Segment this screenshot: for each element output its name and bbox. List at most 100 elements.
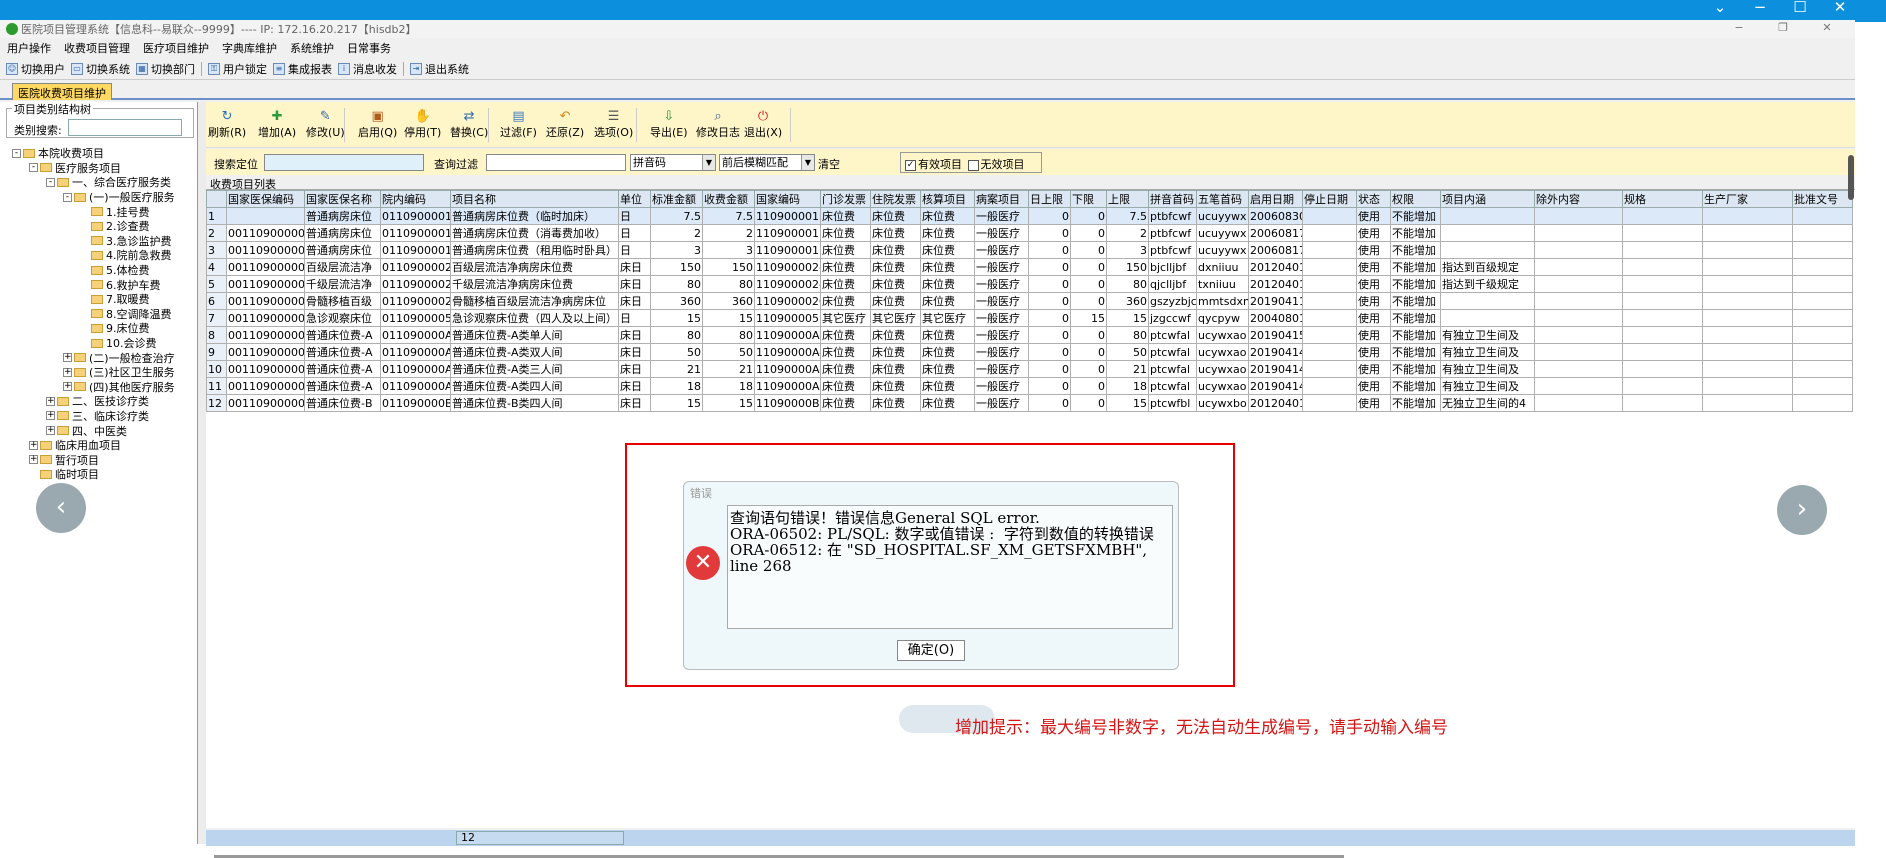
table-cell[interactable]: 50 [650, 343, 703, 361]
toolbar-button-disable[interactable]: ✋ 停用(T) [404, 110, 441, 140]
table-cell[interactable] [1702, 360, 1793, 378]
collapse-icon[interactable]: - [12, 148, 21, 158]
table-cell[interactable]: 普通床位费-A类三人间 [450, 360, 619, 378]
panel-splitter[interactable] [198, 102, 206, 844]
table-cell[interactable]: 01109000010 [380, 224, 451, 242]
table-cell[interactable]: 使用 [1356, 394, 1391, 412]
table-cell[interactable]: 20120401 [1248, 394, 1303, 412]
table-cell[interactable]: 20120401 [1248, 275, 1303, 293]
menu-daily[interactable]: 日常事务 [347, 40, 391, 56]
vertical-scrollbar-thumb[interactable] [1848, 155, 1854, 200]
table-cell[interactable]: 床位费 [870, 275, 921, 293]
table-cell[interactable] [1302, 241, 1357, 259]
table-cell[interactable]: 80 [650, 326, 703, 344]
tree-node[interactable]: + (二)一般检查治疗 [12, 350, 197, 365]
table-cell[interactable]: 使用 [1356, 309, 1391, 327]
table-cell[interactable] [1792, 394, 1853, 412]
toolbar-button-add[interactable]: ✚ 增加(A) [258, 110, 296, 140]
table-cell[interactable]: 骨髓移植百级 [304, 292, 381, 310]
table-cell[interactable]: 床日 [618, 275, 651, 293]
table-cell[interactable]: 0 [1028, 360, 1071, 378]
table-cell[interactable]: 0 [1028, 241, 1071, 259]
table-cell[interactable] [1792, 343, 1853, 361]
table-cell[interactable]: 150 [1106, 258, 1149, 276]
table-cell[interactable]: 20060830 [1248, 207, 1303, 225]
column-header[interactable]: 院内编码 [380, 190, 451, 208]
table-cell[interactable]: 20060817 [1248, 241, 1303, 259]
table-cell[interactable]: 150 [650, 258, 703, 276]
table-cell[interactable]: 床日 [618, 326, 651, 344]
table-cell[interactable]: 急诊观察床位费（四人及以上间） [450, 309, 619, 327]
table-cell[interactable]: 0011090000010 [226, 394, 305, 412]
table-cell[interactable]: 0 [1028, 292, 1071, 310]
table-cell[interactable]: 0 [1070, 241, 1107, 259]
table-cell[interactable]: 一般医疗 [974, 292, 1029, 310]
table-cell[interactable]: 千级层流洁净 [304, 275, 381, 293]
table-cell[interactable] [1302, 326, 1357, 344]
column-header[interactable]: 项目内涵 [1440, 190, 1535, 208]
table-cell[interactable]: 0 [1070, 292, 1107, 310]
table-cell[interactable]: 使用 [1356, 224, 1391, 242]
column-header[interactable]: 单位 [618, 190, 651, 208]
table-cell[interactable] [1622, 309, 1703, 327]
table-cell[interactable]: 0011090000010 [226, 241, 305, 259]
table-cell[interactable]: 50 [1106, 343, 1149, 361]
table-cell[interactable] [1792, 224, 1853, 242]
table-row[interactable]: 100011090000010普通床位费-A011090000A3普通床位费-A… [206, 360, 1853, 378]
table-cell[interactable] [1440, 241, 1535, 259]
valid-checkbox[interactable]: ✓ [905, 159, 916, 171]
expand-icon[interactable]: + [46, 396, 55, 406]
table-cell[interactable]: 一般医疗 [974, 343, 1029, 361]
table-cell[interactable] [1622, 360, 1703, 378]
table-cell[interactable]: 普通病房床位 [304, 224, 381, 242]
table-cell[interactable]: 床位费 [820, 360, 871, 378]
table-cell[interactable]: 不能增加 [1390, 224, 1441, 242]
switch-user-button[interactable]: ☺ 切换用户 [6, 61, 65, 77]
table-cell[interactable] [1440, 224, 1535, 242]
switch-system-button[interactable]: ▭ 切换系统 [71, 61, 130, 77]
table-cell[interactable] [1702, 207, 1793, 225]
table-cell[interactable]: 日 [618, 207, 651, 225]
table-cell[interactable]: 360 [702, 292, 755, 310]
locate-input[interactable] [264, 154, 424, 171]
table-cell[interactable]: 床位费 [820, 258, 871, 276]
table-cell[interactable]: 21 [1106, 360, 1149, 378]
close-icon[interactable]: ✕ [1825, 0, 1855, 16]
table-cell[interactable]: 0011090000020 [226, 292, 305, 310]
table-cell[interactable]: 01109000020 [380, 275, 451, 293]
table-cell[interactable] [1302, 292, 1357, 310]
table-cell[interactable]: 床位费 [870, 326, 921, 344]
table-cell[interactable] [1792, 377, 1853, 395]
column-header[interactable]: 收费金额 [702, 190, 755, 208]
table-cell[interactable]: 2 [1106, 224, 1149, 242]
table-cell[interactable]: 360 [650, 292, 703, 310]
column-header[interactable]: 日上限 [1028, 190, 1071, 208]
table-cell[interactable]: 床位费 [920, 394, 975, 412]
table-cell[interactable]: ptcwfal [1148, 343, 1197, 361]
row-number[interactable]: 6 [206, 292, 227, 310]
row-number[interactable]: 8 [206, 326, 227, 344]
next-arrow-icon[interactable]: › [1777, 485, 1827, 535]
table-cell[interactable]: ucywxao [1196, 377, 1249, 395]
table-cell[interactable]: 0 [1070, 360, 1107, 378]
table-cell[interactable]: 110900002- [754, 258, 821, 276]
table-cell[interactable]: 01109000010 [380, 241, 451, 259]
toolbar-button-restore[interactable]: ↶ 还原(Z) [546, 110, 584, 140]
toolbar-button-export[interactable]: ⇩ 导出(E) [650, 110, 688, 140]
table-cell[interactable]: 80 [1106, 326, 1149, 344]
table-cell[interactable]: 千级层流洁净病房床位费 [450, 275, 619, 293]
table-cell[interactable]: 床日 [618, 394, 651, 412]
table-cell[interactable]: 不能增加 [1390, 360, 1441, 378]
table-cell[interactable]: 11090000A- [754, 343, 821, 361]
column-header[interactable]: 停止日期 [1302, 190, 1357, 208]
table-cell[interactable] [1534, 360, 1623, 378]
table-cell[interactable]: 床位费 [820, 343, 871, 361]
table-cell[interactable]: 普通床位费-A [304, 343, 381, 361]
row-number[interactable]: 11 [206, 377, 227, 395]
table-cell[interactable] [1622, 241, 1703, 259]
table-cell[interactable] [1702, 309, 1793, 327]
tree-node[interactable]: + 暂行项目 [12, 452, 197, 467]
table-cell[interactable]: 0011090000010 [226, 326, 305, 344]
table-cell[interactable]: 普通床位费-A类双人间 [450, 343, 619, 361]
table-cell[interactable]: 0011090000020 [226, 275, 305, 293]
